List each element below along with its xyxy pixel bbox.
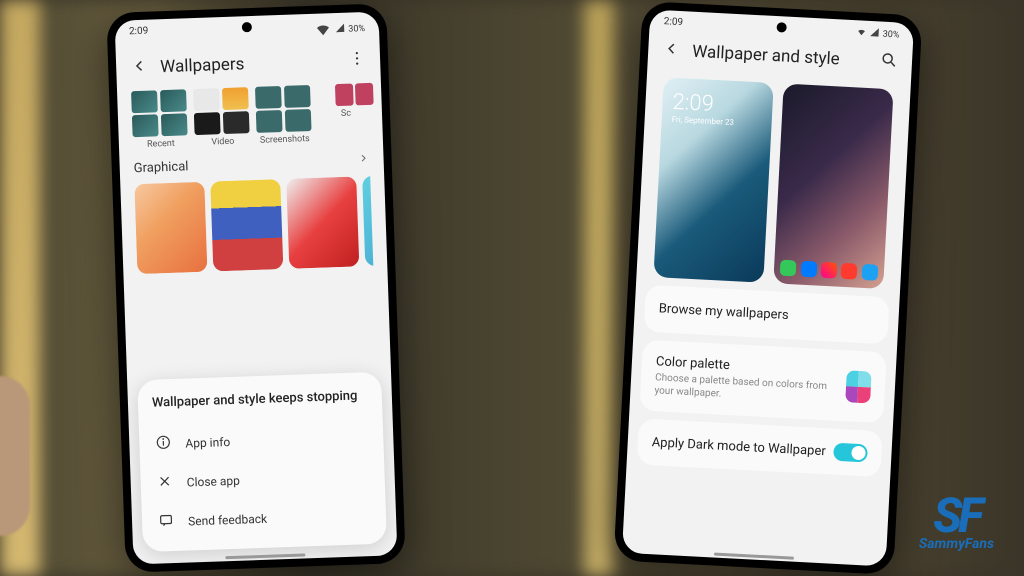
album-row: Recent Video: [117, 79, 383, 151]
nav-bar[interactable]: [714, 553, 794, 560]
wallpaper-thumb[interactable]: [286, 176, 359, 268]
info-icon: [155, 434, 172, 454]
feedback-icon: [158, 512, 175, 532]
section-graphical: Graphical: [119, 141, 387, 278]
dark-mode-toggle[interactable]: [833, 443, 868, 463]
dialog-send-feedback[interactable]: Send feedback: [155, 495, 372, 542]
more-icon[interactable]: [348, 49, 367, 72]
lockscreen-preview[interactable]: 2:09 Fri, September 23: [653, 77, 773, 282]
card-dark-mode: Apply Dark mode to Wallpaper: [637, 418, 883, 477]
dialog-item-label: Close app: [186, 473, 240, 489]
battery-percent: 30%: [348, 24, 365, 35]
battery-percent: 30%: [882, 29, 899, 40]
status-time: 2:09: [129, 26, 149, 48]
screen-left: 2:09 30% Wallpapers: [115, 12, 398, 565]
page-title: Wallpaper and style: [692, 42, 869, 71]
card-label: Browse my wallpapers: [658, 301, 874, 327]
card-label: Apply Dark mode to Wallpaper: [651, 435, 826, 459]
phone-left: 2:09 30% Wallpapers: [106, 3, 405, 572]
album-label: Video: [211, 137, 234, 148]
lock-date: Fri, September 23: [671, 115, 734, 127]
palette-swatch-icon: [845, 370, 872, 403]
search-icon[interactable]: [879, 51, 898, 74]
back-icon[interactable]: [662, 39, 681, 62]
lock-time: 2:09: [672, 90, 736, 118]
album-recent[interactable]: Recent: [131, 89, 189, 150]
dialog-item-label: App info: [185, 434, 230, 450]
album-label: Sc: [341, 109, 351, 119]
crash-dialog: Wallpaper and style keeps stopping App i…: [137, 372, 387, 552]
dialog-title: Wallpaper and style keeps stopping: [152, 388, 368, 411]
screen-right: 2:09 30% Wallpaper an: [622, 9, 914, 566]
wallpaper-thumb[interactable]: [134, 182, 207, 274]
wallpaper-thumb[interactable]: [362, 176, 373, 266]
album-video[interactable]: Video: [193, 87, 251, 148]
dialog-item-label: Send feedback: [188, 511, 267, 528]
album-partial[interactable]: Sc: [317, 83, 375, 144]
close-icon: [156, 473, 173, 493]
chevron-right-icon[interactable]: [357, 152, 370, 168]
watermark: SF SammyFans: [919, 487, 994, 552]
page-title: Wallpapers: [160, 51, 337, 77]
section-title: Graphical: [133, 159, 188, 176]
homescreen-preview[interactable]: [773, 84, 893, 289]
nav-bar[interactable]: [225, 553, 305, 559]
card-browse[interactable]: Browse my wallpapers: [644, 285, 890, 345]
watermark-text: SammyFans: [919, 536, 994, 552]
status-time: 2:09: [663, 16, 683, 30]
wallpaper-thumb[interactable]: [210, 179, 283, 271]
album-label: Screenshots: [260, 134, 310, 146]
card-color-palette[interactable]: Color palette Choose a palette based on …: [639, 340, 886, 424]
signal-icon: [335, 23, 345, 36]
album-screenshots[interactable]: Screenshots: [255, 85, 313, 146]
album-label: Recent: [147, 139, 175, 150]
wifi-icon: [856, 26, 867, 40]
signal-icon: [869, 27, 880, 41]
wifi-icon: [314, 19, 333, 41]
back-icon[interactable]: [130, 57, 149, 80]
phone-right: 2:09 30% Wallpaper an: [614, 1, 923, 575]
wallpaper-previews: 2:09 Fri, September 23: [636, 68, 911, 290]
